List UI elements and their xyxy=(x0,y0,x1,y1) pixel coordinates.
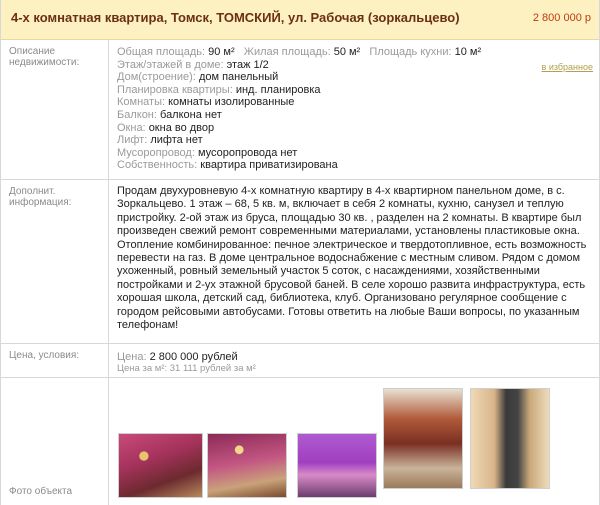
photos-row: Фото объекта xyxy=(1,378,599,505)
areas-line: Общая площадь: 90 м² Жилая площадь: 50 м… xyxy=(117,46,593,59)
spec-value: этаж 1/2 xyxy=(226,58,269,71)
info-content: Продам двухуровневую 4-х комнатную кварт… xyxy=(117,185,593,332)
spec-key: Этаж/этажей в доме: xyxy=(117,58,224,71)
spec-value: квартира приватизирована xyxy=(200,159,338,172)
spec-line-windows: Окна: окна во двор xyxy=(117,122,593,135)
price-row: Цена, условия: Цена: 2 800 000 рублей Це… xyxy=(1,344,599,378)
spec-value: комнаты изолированные xyxy=(168,96,295,109)
photo-thumbnail[interactable] xyxy=(470,388,550,489)
photo-thumbnail[interactable] xyxy=(118,433,203,498)
photo-thumbnail[interactable] xyxy=(297,433,377,498)
spec-key: Комнаты: xyxy=(117,96,166,109)
spec-line-building: Дом(строение): дом панельный xyxy=(117,71,593,84)
listing-card: 4-х комнатная квартира, Томск, ТОМСКИЙ, … xyxy=(0,0,600,505)
info-label: Дополнит. информация: xyxy=(1,180,109,343)
spec-key: Лифт: xyxy=(117,134,148,147)
total-area-value: 90 м² xyxy=(208,46,235,58)
listing-title[interactable]: 4-х комнатная квартира, Томск, ТОМСКИЙ, … xyxy=(11,10,460,25)
spec-value: окна во двор xyxy=(148,121,215,134)
photos-label: Фото объекта xyxy=(9,486,73,497)
spec-key: Окна: xyxy=(117,121,146,134)
price-per-m2-value: 31 111 рублей за м² xyxy=(169,363,256,374)
spec-key: Планировка квартиры: xyxy=(117,83,233,96)
living-area-key: Жилая площадь: xyxy=(243,46,331,58)
info-row: Дополнит. информация: Продам двухуровнев… xyxy=(1,180,599,344)
spec-value: дом панельный xyxy=(198,71,279,84)
spec-key: Дом(строение): xyxy=(117,71,196,84)
specs-row: Описание недвижимости: Общая площадь: 90… xyxy=(1,40,599,180)
kitchen-area-key: Площадь кухни: xyxy=(369,46,452,58)
photos-label-cell: Фото объекта xyxy=(1,378,109,505)
spec-line-elevator: Лифт: лифта нет xyxy=(117,134,593,147)
listing-header: 4-х комнатная квартира, Томск, ТОМСКИЙ, … xyxy=(1,0,599,40)
spec-value: балкона нет xyxy=(160,108,222,121)
add-to-favorites-link[interactable]: в избранное xyxy=(542,62,593,72)
total-area-key: Общая площадь: xyxy=(117,46,206,58)
spec-line-layout: Планировка квартиры: инд. планировка xyxy=(117,84,593,97)
spec-line-balcony: Балкон: балкона нет xyxy=(117,109,593,122)
price-value: 2 800 000 рублей xyxy=(149,351,238,363)
spec-line-ownership: Собственность: квартира приватизирована xyxy=(117,159,593,172)
listing-price: 2 800 000 р xyxy=(532,12,591,24)
specs-content: Общая площадь: 90 м² Жилая площадь: 50 м… xyxy=(117,46,593,172)
living-area-value: 50 м² xyxy=(333,46,361,58)
price-line: Цена: 2 800 000 рублей xyxy=(117,351,593,363)
price-per-m2-key: Цена за м²: xyxy=(117,363,168,374)
spec-line-rooms: Комнаты: комнаты изолированные xyxy=(117,96,593,109)
price-key: Цена: xyxy=(117,351,147,363)
spec-value: лифта нет xyxy=(150,134,203,147)
spec-line-floor: Этаж/этажей в доме: этаж 1/2 xyxy=(117,59,593,72)
spec-value: инд. планировка xyxy=(235,83,321,96)
price-per-m2-line: Цена за м²: 31 111 рублей за м² xyxy=(117,363,593,375)
spec-line-garbage-chute: Мусоропровод: мусоропровода нет xyxy=(117,147,593,160)
description-text: Продам двухуровневую 4-х комнатную кварт… xyxy=(117,185,587,332)
price-content: Цена: 2 800 000 рублей Цена за м²: 31 11… xyxy=(117,351,593,375)
photo-thumbnail[interactable] xyxy=(207,433,287,498)
spec-key: Балкон: xyxy=(117,108,157,121)
price-label: Цена, условия: xyxy=(1,344,109,377)
spec-value: мусоропровода нет xyxy=(197,146,298,159)
kitchen-area-value: 10 м² xyxy=(454,46,482,58)
spec-key: Собственность: xyxy=(117,159,198,172)
specs-label: Описание недвижимости: xyxy=(1,40,109,179)
spec-key: Мусоропровод: xyxy=(117,146,195,159)
photo-thumbnail[interactable] xyxy=(383,388,463,489)
